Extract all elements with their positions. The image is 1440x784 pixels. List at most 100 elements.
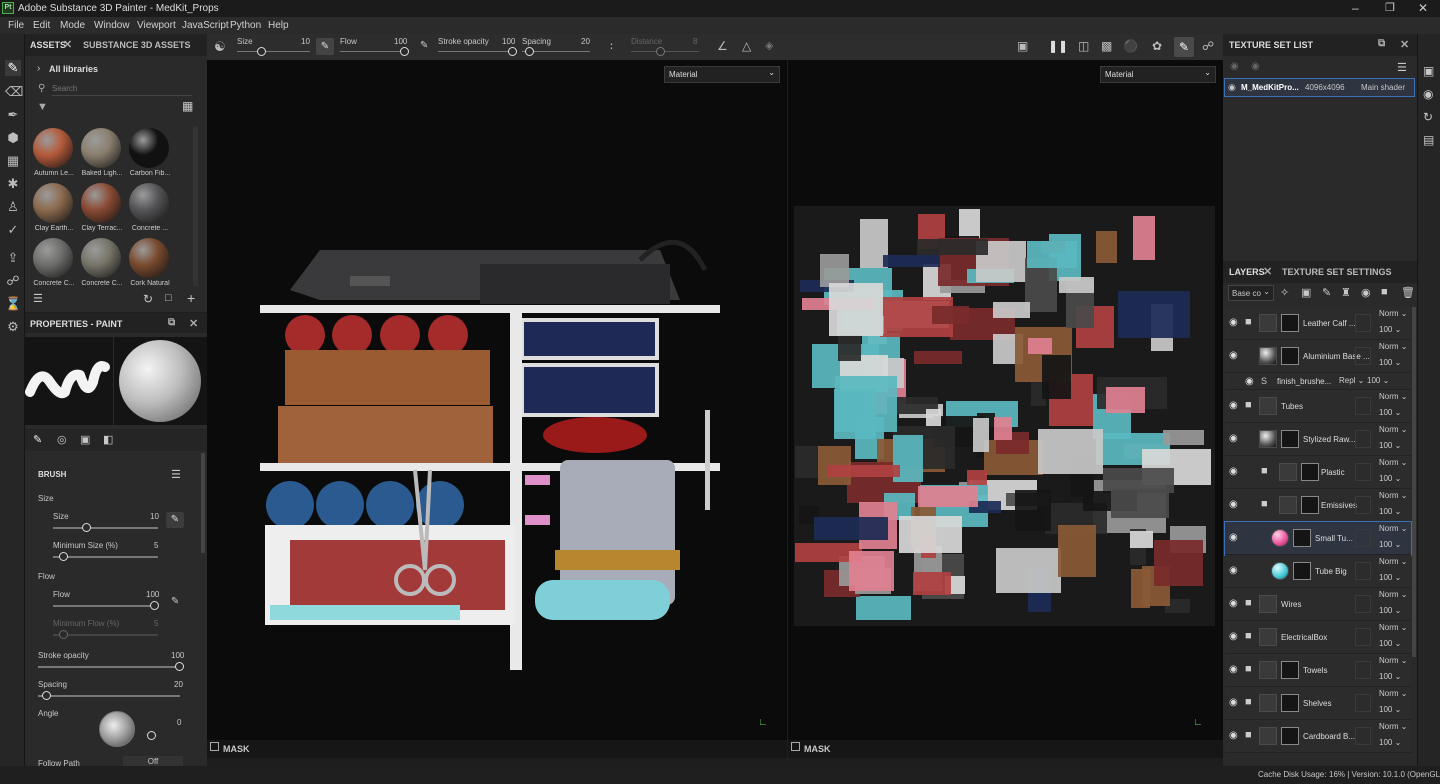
layer-row[interactable]: ◉ ■ Emissives Norm ⌄ 100 ⌄ [1225,489,1411,522]
layer-mask-slot[interactable] [1355,397,1371,415]
layer-opacity[interactable]: 100 ⌄ [1379,441,1401,450]
paint-mode-button[interactable]: ✎ [1174,37,1194,57]
eye-icon[interactable]: ◉ [1245,376,1254,387]
layer-opacity[interactable]: 100 ⌄ [1379,358,1401,367]
layer-opacity[interactable]: 100 ⌄ [1379,325,1401,334]
stencil-visibility-icon[interactable]: ◈ [765,39,773,52]
toolbar-size-knob[interactable] [257,47,266,56]
clone-icon[interactable]: ✱ [5,176,21,192]
display-settings-icon[interactable]: ⚙ [5,319,21,335]
brush-tab-icon[interactable]: ✎ [33,433,42,446]
layer-opacity[interactable]: 100 ⌄ [1379,738,1401,747]
float-icon[interactable]: ⧉ [168,317,175,328]
mask-thumbnail[interactable] [1293,529,1311,547]
add-mask-icon[interactable]: ▣ [1301,286,1311,299]
blend-mode-dropdown[interactable]: Norm ⌄ [1379,524,1407,533]
layer-row[interactable]: ◉ Aluminium Base ... Norm ⌄ 100 ⌄ [1225,340,1411,373]
eye-icon[interactable]: ◉ [1251,61,1260,72]
layer-opacity[interactable]: 100 ⌄ [1379,474,1401,483]
expand-chevron-icon[interactable]: › [37,63,40,74]
environment-icon[interactable]: ✿ [1152,39,1162,53]
min-size-slider-track[interactable] [53,556,158,558]
layer-row[interactable]: ◉ ■ Shelves Norm ⌄ 100 ⌄ [1225,687,1411,720]
layer-mask-slot[interactable] [1355,529,1371,547]
projection-icon[interactable]: ✒ [5,107,21,123]
float-icon[interactable]: ⧉ [1378,38,1385,49]
layer-opacity[interactable]: 100 ⌄ [1379,705,1401,714]
layer-mask-slot[interactable] [1355,463,1371,481]
layer-mask-slot[interactable] [1355,496,1371,514]
layer-opacity[interactable]: 100 ⌄ [1367,376,1389,385]
blend-mode-dropdown[interactable]: Norm ⌄ [1379,392,1407,401]
layer-mask-slot[interactable] [1355,314,1371,332]
eraser-icon[interactable]: ⌫ [5,84,23,100]
layer-row[interactable]: ◉ Stylized Raw... Norm ⌄ 100 ⌄ [1225,423,1411,456]
material-thumbnail[interactable]: Cork Natural [126,238,172,292]
blend-mode-dropdown[interactable]: Norm ⌄ [1379,425,1407,434]
toolbar-size-track[interactable] [237,51,310,52]
mask-thumbnail[interactable] [1293,562,1311,580]
material-thumbnail[interactable]: Autumn Le... [30,128,76,182]
toolbar-flow-pressure-icon[interactable]: ✎ [420,40,428,51]
blend-mode-dropdown[interactable]: Norm ⌄ [1379,623,1407,632]
mask-toggle-icon[interactable]: ▣ [1017,39,1028,53]
layer-row[interactable]: ◉ ■ Plastic Norm ⌄ 100 ⌄ [1225,456,1411,489]
viewport-3d[interactable]: Material ⌄ ∟ MASK [207,60,787,758]
layer-mask-slot[interactable] [1355,694,1371,712]
layer-row[interactable]: ◉ ■ Towels Norm ⌄ 100 ⌄ [1225,654,1411,687]
eye-icon[interactable]: ◉ [1229,598,1238,609]
angle-slider-knob[interactable] [147,731,156,740]
eye-icon[interactable]: ◉ [1229,317,1238,328]
eye-icon[interactable]: ◉ [1229,532,1238,543]
grid-view-icon[interactable]: ▦ [182,99,193,113]
alpha-tab-icon[interactable]: ◎ [57,433,67,446]
layer-opacity[interactable]: 100 ⌄ [1379,507,1401,516]
blend-mode-dropdown[interactable]: Norm ⌄ [1379,590,1407,599]
toolbar-spacing-knob[interactable] [525,47,534,56]
filter-icon[interactable]: ▼ [37,101,48,113]
mask-checkbox-2d[interactable] [791,742,800,751]
menu-viewport[interactable]: Viewport [137,20,176,31]
layer-row[interactable]: ◉ ■ ElectricalBox Norm ⌄ 100 ⌄ [1225,621,1411,654]
layer-opacity[interactable]: 100 ⌄ [1379,540,1401,549]
blend-mode-dropdown[interactable]: Norm ⌄ [1379,557,1407,566]
layer-row[interactable]: ◉ Small Tu... Norm ⌄ 100 ⌄ [1224,521,1412,556]
blend-mode-dropdown[interactable]: Repl ⌄ [1339,376,1364,385]
viewport-2d-channel-dropdown[interactable]: Material ⌄ [1100,66,1216,83]
material-thumbnail[interactable]: Carbon Fib... [126,128,172,182]
blend-mode-dropdown[interactable]: Norm ⌄ [1379,458,1407,467]
layer-mask-slot[interactable] [1355,347,1371,365]
maximize-button[interactable]: ❐ [1385,1,1395,14]
shader-settings-icon[interactable]: ◉ [1423,87,1433,101]
toolbar-flow-knob[interactable] [400,47,409,56]
pause-icon[interactable]: ❚❚ [1048,39,1068,53]
toolbar-pressure-toggle[interactable]: ✎ [316,38,334,55]
texture-set-row[interactable]: ◉ M_MedKitPro... 4096x4096 Main shader [1224,78,1415,97]
material-thumbnail[interactable]: Concrete C... [78,238,124,292]
material-thumbnail[interactable]: Clay Earth... [30,183,76,237]
layer-row[interactable]: ◉ Tube Big Norm ⌄ 100 ⌄ [1225,555,1411,588]
blend-mode-dropdown[interactable]: Norm ⌄ [1379,656,1407,665]
material-thumbnail[interactable]: Baked Ligh... [78,128,124,182]
blend-mode-dropdown[interactable]: Norm ⌄ [1379,342,1407,351]
menu-help[interactable]: Help [268,20,289,31]
color-picker-icon[interactable]: ✓ [5,222,21,238]
smudge-icon[interactable]: ▦ [5,153,21,169]
toolbar-stroke-opacity-track[interactable] [438,51,513,52]
toolbar-stroke-opacity-knob[interactable] [508,47,517,56]
minimize-button[interactable]: – [1352,1,1359,15]
layer-mask-slot[interactable] [1355,727,1371,745]
angle-align-icon[interactable]: ∠ [717,39,728,53]
add-icon[interactable]: + [187,290,195,306]
eye-icon[interactable]: ◉ [1229,664,1238,675]
layer-opacity[interactable]: 100 ⌄ [1379,573,1401,582]
eye-icon[interactable]: ◉ [1229,499,1238,510]
menu-file[interactable]: File [8,20,24,31]
mirror-icon[interactable]: △ [742,39,751,53]
layer-opacity[interactable]: 100 ⌄ [1379,606,1401,615]
viewport-2d[interactable]: Material ⌄ ∟ MASK [788,60,1223,758]
eye-icon[interactable]: ◉ [1229,631,1238,642]
log-icon[interactable]: ▤ [1423,133,1434,147]
tab-layers[interactable]: LAYERS [1229,267,1265,277]
eye-icon[interactable]: ◉ [1230,61,1239,72]
